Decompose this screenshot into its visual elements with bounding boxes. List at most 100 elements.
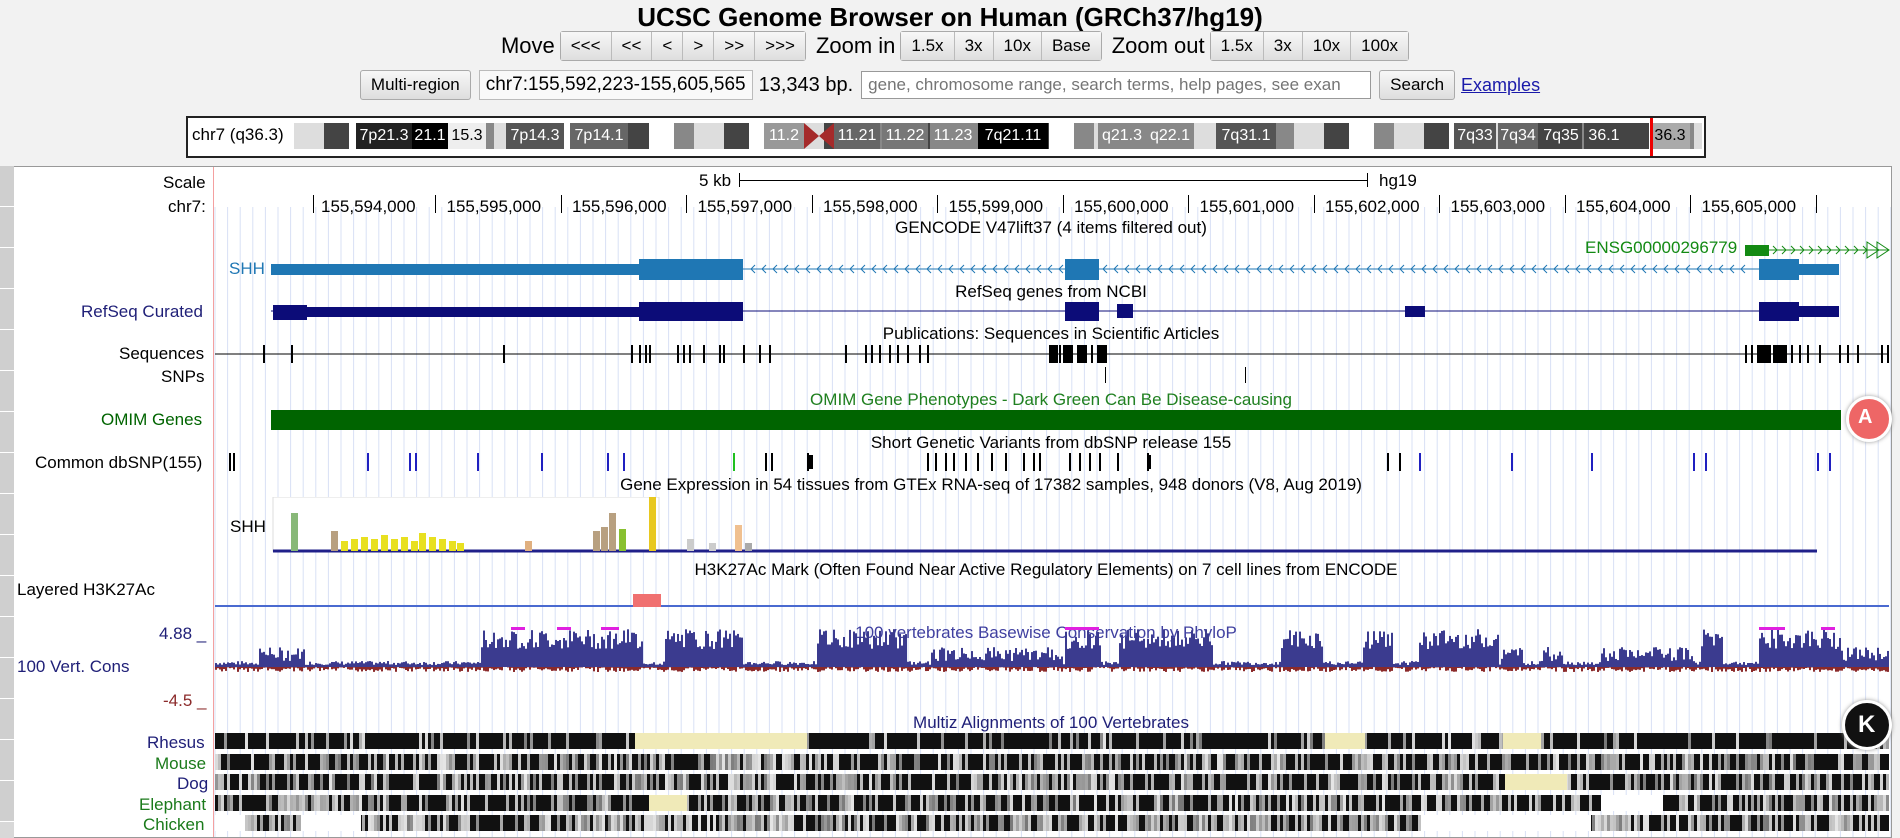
- zoom-out-10x-button[interactable]: 10x: [1302, 32, 1352, 60]
- position-display[interactable]: chr7:155,592,223-155,605,565: [478, 70, 753, 100]
- zoom-in-3x-button[interactable]: 3x: [954, 32, 994, 60]
- move-left-more-button[interactable]: <<: [611, 32, 653, 60]
- alignment-block: [359, 774, 362, 790]
- alignment-block: [377, 774, 380, 790]
- alignment-block: [1664, 815, 1667, 831]
- alignment-block: [818, 754, 821, 770]
- multiz-track[interactable]: [1, 733, 1891, 838]
- alignment-block: [392, 815, 395, 831]
- cons-bar-neg: [717, 667, 719, 669]
- cons-bar: [435, 664, 437, 667]
- omim-label[interactable]: OMIM Genes: [101, 410, 202, 430]
- alignment-block: [881, 815, 884, 831]
- cons-bar-neg: [367, 667, 369, 670]
- alignment-block: [296, 815, 299, 831]
- cons-bar-neg: [1307, 667, 1309, 672]
- multi-region-button[interactable]: Multi-region: [359, 70, 471, 100]
- zoom-in-10x-button[interactable]: 10x: [993, 32, 1042, 60]
- zoom-out-100x-button[interactable]: 100x: [1351, 32, 1409, 60]
- move-right-more-button[interactable]: >>: [714, 32, 756, 60]
- track-image[interactable]: Scale chr7: 5 kb hg19 155,594,000 155,595…: [0, 166, 1892, 838]
- coordinate-tick: [1564, 195, 1566, 213]
- alignment-block: [1676, 795, 1679, 811]
- alignment-block: [1490, 733, 1493, 749]
- alignment-block: [767, 815, 770, 831]
- alignment-block: [1607, 774, 1610, 790]
- alignment-block: [1430, 795, 1433, 811]
- alignment-block: [827, 795, 830, 811]
- alignment-block: [350, 754, 353, 770]
- alignment-block: [875, 754, 878, 770]
- cons-bar-neg: [965, 667, 967, 668]
- alignment-block: [1685, 774, 1688, 790]
- alignment-block: [1508, 754, 1511, 770]
- alignment-block: [233, 733, 236, 749]
- sequences-track[interactable]: [1, 345, 1891, 385]
- cons-bar-neg: [1653, 667, 1655, 670]
- cons-bar: [615, 633, 617, 667]
- alignment-block: [1742, 774, 1745, 790]
- alignment-block: [917, 774, 920, 790]
- alignment-block: [968, 795, 971, 811]
- search-input[interactable]: [861, 71, 1372, 99]
- cons-bar-neg: [847, 667, 849, 671]
- sequence-mark: [889, 345, 891, 363]
- chromosome-ideogram[interactable]: chr7 (q36.3) 7p21.3 21.1 15.3 7p14.3 7p1…: [186, 116, 1706, 158]
- alignment-block: [569, 733, 572, 749]
- cons-bar: [1731, 662, 1733, 667]
- alignment-block: [224, 754, 227, 770]
- alignment-block: [1307, 774, 1310, 790]
- alignment-block: [1079, 795, 1082, 811]
- alignment-block: [398, 795, 401, 811]
- alignment-block: [296, 795, 299, 811]
- cons-bar: [1635, 657, 1637, 667]
- move-left-far-button[interactable]: <<<: [560, 32, 612, 60]
- cons-bar: [1723, 664, 1725, 667]
- search-button[interactable]: Search: [1379, 70, 1456, 100]
- conservation-track[interactable]: [1, 625, 1891, 695]
- alignment-block: [587, 754, 590, 770]
- alignment-block: [230, 795, 233, 811]
- move-right-far-button[interactable]: >>>: [755, 32, 805, 60]
- sequence-mark: [723, 345, 725, 363]
- move-right-button[interactable]: >: [683, 32, 715, 60]
- alignment-block: [470, 733, 473, 749]
- alignment-block: [485, 795, 488, 811]
- translate-icon[interactable]: A: [1846, 396, 1892, 442]
- cons-bar: [553, 644, 555, 667]
- gencode-track[interactable]: [1, 235, 1891, 295]
- cons-bar-neg: [1775, 667, 1777, 668]
- cons-bar: [1329, 661, 1331, 667]
- cons-bar: [905, 634, 907, 667]
- zoom-out-1-5x-button[interactable]: 1.5x: [1210, 32, 1264, 60]
- move-left-button[interactable]: <: [652, 32, 684, 60]
- zoom-in-1-5x-button[interactable]: 1.5x: [901, 32, 955, 60]
- cons-bar: [639, 646, 641, 667]
- alignment-block: [1784, 754, 1787, 770]
- cons-bar-neg: [739, 667, 741, 669]
- zoom-in-base-button[interactable]: Base: [1041, 32, 1101, 60]
- cons-bar: [1313, 648, 1315, 667]
- cons-bar-neg: [1345, 667, 1347, 671]
- dbsnp-track[interactable]: [1, 451, 1891, 473]
- alignment-block: [1823, 774, 1826, 790]
- cons-bar: [847, 646, 849, 667]
- assistant-icon[interactable]: K: [1842, 700, 1892, 750]
- alignment-block: [1577, 774, 1580, 790]
- cons-bar: [469, 662, 471, 667]
- alignment-block: [386, 754, 389, 770]
- alignment-block: [602, 754, 605, 770]
- cons-bar-neg: [1449, 667, 1451, 669]
- track-side-buttons[interactable]: [0, 166, 14, 838]
- alignment-block: [1454, 733, 1457, 749]
- omim-gene-bar[interactable]: [271, 410, 1841, 430]
- h3k27ac-track[interactable]: [1, 579, 1891, 609]
- alignment-block: [407, 733, 410, 749]
- examples-link[interactable]: Examples: [1461, 75, 1540, 96]
- alignment-block: [845, 754, 848, 770]
- zoom-out-3x-button[interactable]: 3x: [1263, 32, 1303, 60]
- gtex-track[interactable]: [1, 497, 1891, 557]
- cons-bar: [503, 647, 505, 667]
- alignment-block: [1826, 795, 1829, 811]
- alignment-gap: [1325, 733, 1365, 749]
